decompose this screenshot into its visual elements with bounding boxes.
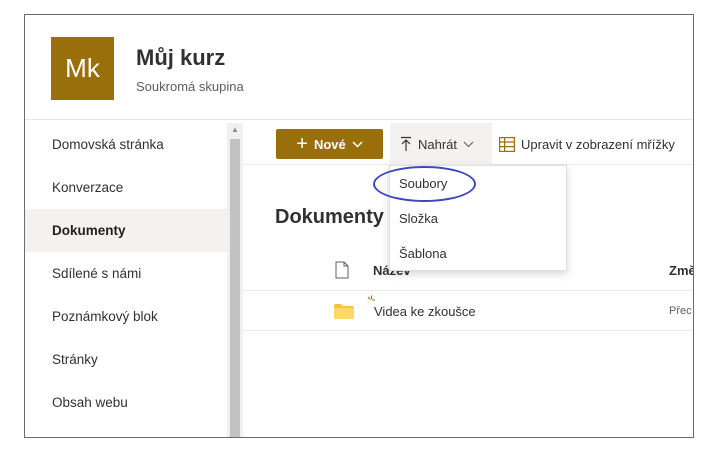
- scroll-thumb[interactable]: [230, 139, 240, 437]
- chevron-down-icon: [463, 141, 474, 147]
- new-button-label: Nové: [313, 136, 346, 152]
- site-header: Mk Můj kurz Soukromá skupina: [25, 15, 693, 120]
- sidebar-item-documents[interactable]: Dokumenty: [25, 209, 227, 252]
- new-button[interactable]: + Nové: [276, 129, 383, 159]
- table-row[interactable]: Videa ke zkoušce Přec: [243, 291, 693, 331]
- sidebar-item-label: Dokumenty: [52, 223, 126, 238]
- upload-button[interactable]: Nahrát: [390, 123, 492, 165]
- file-name-link[interactable]: Videa ke zkoušce: [374, 304, 476, 319]
- file-modified: Přec: [669, 305, 692, 317]
- upload-button-label: Nahrát: [418, 136, 458, 152]
- upload-menu-item-template[interactable]: Šablona: [390, 236, 566, 271]
- sidebar-scrollbar[interactable]: ▲: [227, 123, 243, 437]
- sidebar-item-label: Domovská stránka: [52, 137, 164, 152]
- upload-menu-item-folder[interactable]: Složka: [390, 201, 566, 236]
- sidebar-item-notebook[interactable]: Poznámkový blok: [25, 295, 227, 338]
- folder-icon: [334, 304, 354, 319]
- upload-menu: Soubory Složka Šablona: [373, 165, 567, 271]
- grid-icon: [499, 136, 515, 152]
- sidebar-item-label: Sdílené s námi: [52, 266, 142, 281]
- sidebar-item-label: Poznámkový blok: [52, 309, 158, 324]
- upload-menu-label: Složka: [399, 211, 439, 226]
- site-logo[interactable]: Mk: [51, 37, 114, 100]
- sidebar-item-pages[interactable]: Stránky: [25, 338, 227, 381]
- library-title: Dokumenty: [275, 206, 384, 228]
- plus-icon: +: [296, 133, 308, 155]
- highlight-ring: [373, 166, 476, 202]
- sidebar-item-home[interactable]: Domovská stránka: [25, 123, 227, 166]
- site-subtitle: Soukromá skupina: [136, 79, 244, 94]
- edit-grid-view-label: Upravit v zobrazení mřížky: [521, 136, 675, 152]
- sidebar-item-site-contents[interactable]: Obsah webu: [25, 381, 227, 424]
- app-window: Mk Můj kurz Soukromá skupina Domovská st…: [24, 14, 694, 438]
- sidebar-item-shared-with-us[interactable]: Sdílené s námi: [25, 252, 227, 295]
- scroll-up-icon[interactable]: ▲: [227, 123, 243, 137]
- site-title[interactable]: Můj kurz: [136, 45, 225, 71]
- chevron-down-icon: [352, 140, 363, 148]
- command-bar: + Nové Nahrát Upravit v zobrazení mřížky: [243, 123, 693, 165]
- upload-menu-label: Šablona: [399, 246, 447, 261]
- sidebar-item-label: Konverzace: [52, 180, 124, 195]
- column-modified[interactable]: Změ: [669, 263, 693, 278]
- upload-arrow-icon: [401, 136, 411, 151]
- sidebar-item-label: Obsah webu: [52, 395, 128, 410]
- left-navigation: Domovská stránka Konverzace Dokumenty Sd…: [25, 123, 243, 437]
- sidebar-item-label: Stránky: [52, 352, 98, 367]
- edit-grid-view-button[interactable]: Upravit v zobrazení mřížky: [499, 123, 675, 165]
- file-icon[interactable]: [335, 261, 349, 279]
- sidebar-item-conversations[interactable]: Konverzace: [25, 166, 227, 209]
- logo-initials: Mk: [65, 53, 100, 83]
